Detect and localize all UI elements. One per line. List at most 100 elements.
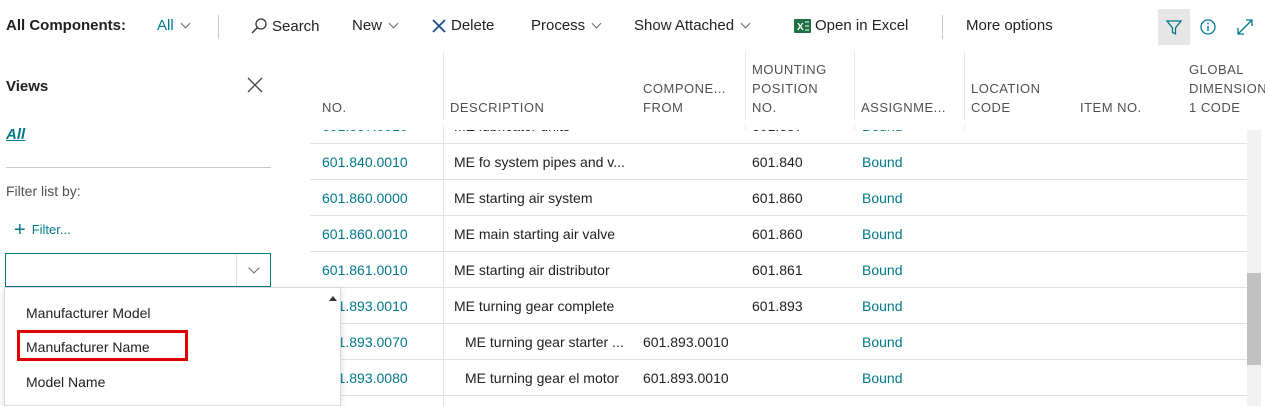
column-header-description[interactable]: DESCRIPTION (450, 98, 544, 117)
cell-description: ME lubricator units (454, 130, 570, 144)
cell-assignment: Bound (862, 298, 903, 314)
table-row[interactable]: 601.861.0010 ME starting air distributor… (310, 252, 1247, 288)
show-attached-label: Show Attached (634, 17, 735, 34)
info-icon[interactable] (1199, 18, 1217, 36)
process-label: Process (531, 17, 586, 34)
cell-mounting-position: 601.857 (752, 130, 803, 144)
column-divider (443, 52, 444, 130)
scrollbar-thumb[interactable] (1247, 273, 1261, 365)
column-header-global-line2: DIMENSION (1189, 81, 1265, 96)
cell-assignment: Bound (862, 226, 903, 242)
column-header-global-line1: GLOBAL (1189, 62, 1245, 77)
table-row[interactable]: 601.857.0010 ME lubricator units 601.857… (310, 130, 1247, 144)
delete-button[interactable]: Delete (431, 17, 494, 34)
action-bar: All Components: All Search New Delete Pr… (0, 0, 1265, 52)
new-button[interactable]: New (352, 17, 399, 34)
column-header-global-dimension-1-code[interactable]: GLOBAL DIMENSION 1 CODE (1189, 60, 1265, 117)
scroll-up-icon[interactable] (329, 296, 337, 301)
excel-icon: X (794, 18, 811, 33)
column-header-description-label: DESCRIPTION (450, 100, 545, 115)
column-divider (745, 52, 746, 130)
delete-label: Delete (451, 17, 495, 34)
column-header-mounting-line2: POSITION (752, 81, 819, 96)
column-header-no-label: NO. (322, 100, 347, 115)
toolbar-divider (942, 15, 943, 39)
cell-no[interactable]: 601.840.0010 (322, 144, 408, 180)
cell-mounting-position: 601.893 (752, 298, 803, 314)
search-button[interactable]: Search (250, 17, 320, 35)
column-divider (854, 52, 855, 130)
dropdown-option-manufacturer-model[interactable]: Manufacturer Model (26, 305, 151, 321)
svg-text:X: X (797, 22, 804, 33)
more-options-button[interactable]: More options (966, 17, 1053, 34)
cell-no[interactable]: 601.857.0010 (322, 130, 408, 144)
filter-icon (1165, 20, 1183, 36)
table-row[interactable]: 601.860.0000 ME starting air system 601.… (310, 180, 1247, 216)
column-header-mounting-position-no[interactable]: MOUNTING POSITION NO. (752, 60, 827, 117)
column-header-assignment-label: ASSIGNME... (861, 100, 946, 115)
table-row[interactable]: 601.893.0080 ME turning gear el motor 60… (310, 360, 1247, 396)
column-divider (964, 52, 965, 130)
column-header-assignment[interactable]: ASSIGNME... (861, 98, 946, 117)
open-in-excel-label: Open in Excel (815, 17, 909, 34)
column-header-component-from-line2: FROM (643, 100, 684, 115)
column-header-mounting-line1: MOUNTING (752, 62, 827, 77)
column-header-item-no[interactable]: ITEM NO. (1080, 98, 1142, 117)
cell-mounting-position: 601.840 (752, 154, 803, 170)
cell-assignment: Bound (862, 190, 903, 206)
view-selector-label: All (157, 17, 174, 34)
cell-mounting-position: 601.861 (752, 262, 803, 278)
column-header-location-line1: LOCATION (971, 81, 1041, 96)
cell-no[interactable]: 601.860.0000 (322, 180, 408, 216)
search-icon (251, 18, 267, 34)
search-label: Search (272, 17, 320, 35)
more-options-label: More options (966, 17, 1053, 34)
close-icon[interactable] (246, 76, 264, 94)
cell-no[interactable]: 601.861.0010 (322, 252, 408, 288)
cell-no[interactable]: 601.860.0010 (322, 216, 408, 252)
table-row[interactable]: 601.893.0070 ME turning gear starter ...… (310, 324, 1247, 360)
open-in-excel-button[interactable]: X Open in Excel (794, 17, 908, 34)
vertical-scrollbar[interactable] (1247, 130, 1261, 406)
cell-assignment: Bound (862, 154, 903, 170)
table-row[interactable]: 601.860.0010 ME main starting air valve … (310, 216, 1247, 252)
dropdown-option-manufacturer-name[interactable]: Manufacturer Name (26, 339, 150, 355)
column-header-location-line2: CODE (971, 100, 1011, 115)
column-header-location-code[interactable]: LOCATION CODE (971, 79, 1041, 117)
filter-pane-toggle[interactable] (1158, 9, 1190, 45)
table-row[interactable]: 601.840.0010 ME fo system pipes and v...… (310, 144, 1247, 180)
cell-assignment: Bound (862, 130, 902, 144)
filter-field-dropdown: Manufacturer Model Manufacturer Name Mod… (4, 287, 341, 406)
new-label: New (352, 17, 383, 34)
dropdown-option-model-name[interactable]: Model Name (26, 374, 105, 390)
cell-mounting-position: 601.860 (752, 226, 803, 242)
close-icon (432, 18, 446, 33)
column-header-mounting-line3: NO. (752, 100, 777, 115)
chevron-down-icon (591, 18, 602, 29)
view-selector[interactable]: All (157, 17, 191, 34)
cell-description: ME fo system pipes and v... (454, 154, 625, 170)
views-heading: Views (6, 78, 49, 95)
column-header-component-from-line1: COMPONE... (643, 81, 727, 96)
chevron-down-icon (740, 18, 751, 29)
cell-mounting-position: 601.860 (752, 190, 803, 206)
cell-description: ME turning gear el motor (465, 370, 620, 386)
column-header-item-no-label: ITEM NO. (1080, 100, 1142, 115)
cell-assignment: Bound (862, 262, 903, 278)
column-header-no[interactable]: NO. (322, 98, 347, 117)
table-row[interactable]: 601.893.0010 ME turning gear complete 60… (310, 288, 1247, 324)
toolbar-divider (218, 15, 219, 39)
show-attached-menu[interactable]: Show Attached (634, 17, 751, 34)
chevron-down-icon (180, 18, 191, 29)
cell-component-from: 601.893.0010 (643, 370, 729, 386)
cell-description: ME starting air system (454, 190, 593, 206)
column-divider (443, 130, 444, 406)
chevron-down-icon (388, 18, 399, 29)
process-menu[interactable]: Process (531, 17, 602, 34)
expand-icon[interactable] (1235, 17, 1255, 37)
cell-description: ME turning gear starter ... (465, 334, 624, 350)
column-header-component-from[interactable]: COMPONE... FROM (643, 79, 726, 117)
cell-description: ME turning gear complete (454, 298, 615, 314)
header-fade (300, 120, 1247, 130)
cell-description: ME main starting air valve (454, 226, 616, 242)
